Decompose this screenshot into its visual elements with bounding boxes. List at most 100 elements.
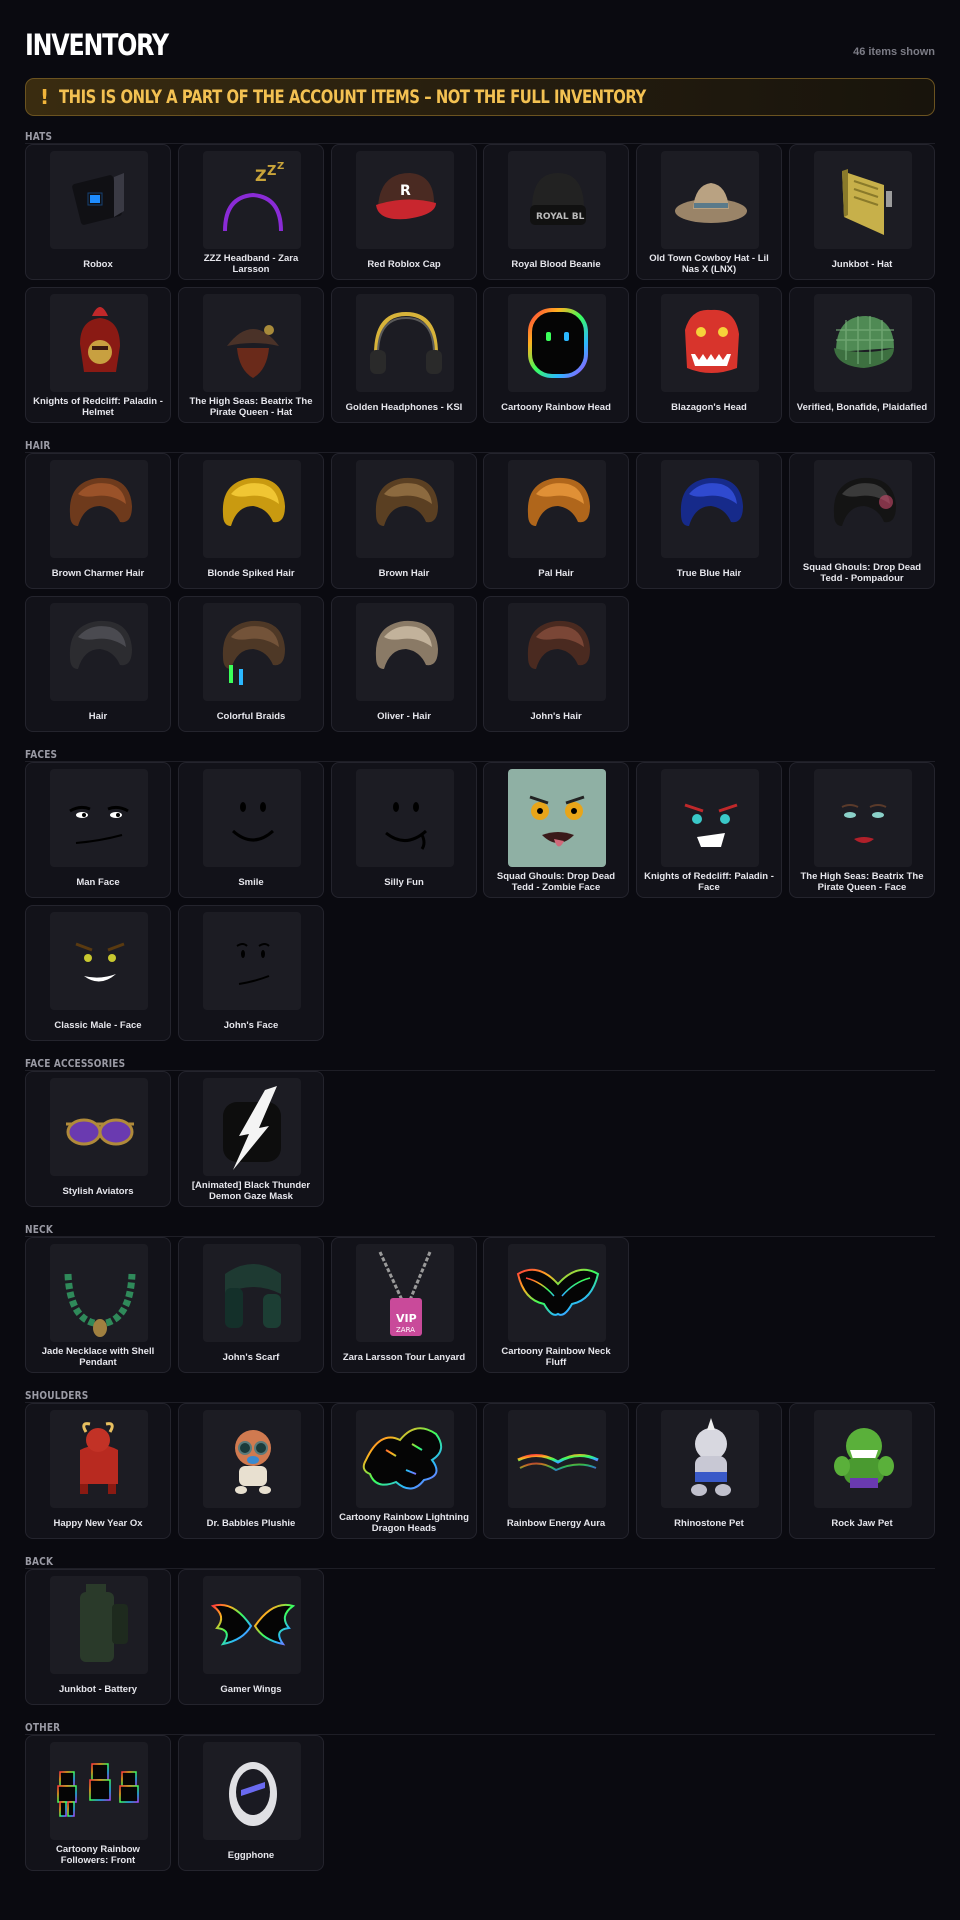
section-faces: FACES Man Face Smile Silly Fun Squad Ghouls:… [25, 747, 935, 1048]
item-card[interactable]: The High Seas: Beatrix The Pirate Queen … [178, 287, 324, 423]
item-card[interactable]: Squad Ghouls: Drop Dead Tedd - Zombie Fa… [483, 762, 629, 898]
item-card[interactable]: Dr. Babbles Plushie [178, 1403, 324, 1539]
item-card[interactable]: Old Town Cowboy Hat - Lil Nas X (LNX) [636, 144, 782, 280]
item-name: Jade Necklace with Shell Pendant [41, 1346, 155, 1368]
item-card[interactable]: John's Scarf [178, 1237, 324, 1373]
item-name: Cartoony Rainbow Head [501, 401, 611, 413]
hair-icon [356, 603, 454, 701]
hair-icon [203, 603, 301, 701]
svg-text:ZARA: ZARA [396, 1326, 415, 1334]
item-card[interactable]: Junkbot - Battery [25, 1569, 171, 1705]
svg-text:Z: Z [277, 161, 284, 172]
scarf-icon [203, 1244, 301, 1342]
item-name: Royal Blood Beanie [511, 258, 601, 270]
item-name: Happy New Year Ox [53, 1517, 143, 1529]
item-name: The High Seas: Beatrix The Pirate Queen … [800, 871, 924, 893]
ox-icon [50, 1410, 148, 1508]
item-card[interactable]: Robox [25, 144, 171, 280]
item-card[interactable]: Smile [178, 762, 324, 898]
item-card[interactable]: [Animated] Black Thunder Demon Gaze Mask [178, 1071, 324, 1207]
item-card[interactable]: Cartoony Rainbow Head [483, 287, 629, 423]
item-name: Old Town Cowboy Hat - Lil Nas X (LNX) [649, 253, 769, 275]
item-name: Pal Hair [538, 567, 574, 579]
paladin-helmet-icon [50, 294, 148, 392]
face-icon [50, 769, 148, 867]
item-card[interactable]: Stylish Aviators [25, 1071, 171, 1207]
item-name: True Blue Hair [676, 567, 742, 579]
wings-icon [203, 1576, 301, 1674]
item-name: Silly Fun [384, 876, 424, 888]
item-card[interactable]: ROYAL BL Royal Blood Beanie [483, 144, 629, 280]
hair-icon [203, 460, 301, 558]
item-name: John's Hair [530, 710, 582, 722]
section-title: HAIR [25, 438, 51, 452]
item-card[interactable]: Brown Charmer Hair [25, 453, 171, 589]
item-name: Golden Headphones - KSI [345, 401, 463, 413]
page-title: INVENTORY [25, 28, 169, 62]
item-card[interactable]: Cartoony Rainbow Lightning Dragon Heads [331, 1403, 477, 1539]
item-card[interactable]: Knights of Redcliff: Paladin - Face [636, 762, 782, 898]
item-name: Eggphone [227, 1849, 275, 1861]
face-icon [203, 769, 301, 867]
item-card[interactable]: Golden Headphones - KSI [331, 287, 477, 423]
item-card[interactable]: Blonde Spiked Hair [178, 453, 324, 589]
cowboy-hat-icon [661, 151, 759, 249]
item-card[interactable]: Brown Hair [331, 453, 477, 589]
item-card[interactable]: Gamer Wings [178, 1569, 324, 1705]
item-name: Red Roblox Cap [367, 258, 441, 270]
item-card[interactable]: Rainbow Energy Aura [483, 1403, 629, 1539]
item-card[interactable]: Cartoony Rainbow Followers: Front [25, 1735, 171, 1871]
item-name: Verified, Bonafide, Plaidafied [796, 401, 928, 413]
item-card[interactable]: Squad Ghouls: Drop Dead Tedd - Pompadour [789, 453, 935, 589]
item-card[interactable]: Cartoony Rainbow Neck Fluff [483, 1237, 629, 1373]
item-card[interactable]: Oliver - Hair [331, 596, 477, 732]
section-header: HAIR [25, 438, 935, 453]
lanyard-icon: VIP ZARA [356, 1244, 454, 1342]
item-card[interactable]: Knights of Redcliff: Paladin - Helmet [25, 287, 171, 423]
item-card[interactable]: John's Face [178, 905, 324, 1041]
item-name: Blazagon's Head [671, 401, 747, 413]
item-card[interactable]: Pal Hair [483, 453, 629, 589]
face-icon [814, 769, 912, 867]
item-card[interactable]: Classic Male - Face [25, 905, 171, 1041]
section-title: OTHER [25, 1720, 61, 1734]
item-card[interactable]: Silly Fun [331, 762, 477, 898]
item-card[interactable]: VIP ZARA Zara Larsson Tour Lanyard [331, 1237, 477, 1373]
item-card[interactable]: Z Z Z ZZZ Headband - Zara Larsson [178, 144, 324, 280]
face-icon [661, 769, 759, 867]
item-card[interactable]: Rhinostone Pet [636, 1403, 782, 1539]
item-card[interactable]: R Red Roblox Cap [331, 144, 477, 280]
robox-icon [50, 151, 148, 249]
item-card[interactable]: John's Hair [483, 596, 629, 732]
svg-text:Z: Z [267, 164, 276, 179]
junkbot-hat-icon [814, 151, 912, 249]
exclamation-icon: ! [40, 85, 50, 109]
eggphone-icon [203, 1742, 301, 1840]
item-name: Junkbot - Battery [58, 1683, 138, 1695]
zzz-headband-icon: ZZZ [203, 151, 301, 249]
item-card[interactable]: Rock Jaw Pet [789, 1403, 935, 1539]
item-card[interactable]: Jade Necklace with Shell Pendant [25, 1237, 171, 1373]
hair-icon [50, 460, 148, 558]
item-name: ZZZ Headband - Zara Larsson [203, 253, 299, 275]
item-card[interactable]: Eggphone [178, 1735, 324, 1871]
necklace-icon [50, 1244, 148, 1342]
item-name: Stylish Aviators [62, 1185, 134, 1197]
item-card[interactable]: Colorful Braids [178, 596, 324, 732]
item-card[interactable]: Happy New Year Ox [25, 1403, 171, 1539]
mask-icon [203, 1078, 301, 1176]
warning-banner: ! THIS IS ONLY A PART OF THE ACCOUNT ITE… [25, 78, 935, 116]
rainbow-head-icon [508, 294, 606, 392]
item-card[interactable]: Hair [25, 596, 171, 732]
item-card[interactable]: Blazagon's Head [636, 287, 782, 423]
item-card[interactable]: The High Seas: Beatrix The Pirate Queen … [789, 762, 935, 898]
hair-icon [661, 460, 759, 558]
item-card[interactable]: Junkbot - Hat [789, 144, 935, 280]
dragon-head-icon [661, 294, 759, 392]
beanie-icon: ROYAL BL [508, 151, 606, 249]
item-card[interactable]: True Blue Hair [636, 453, 782, 589]
item-card[interactable]: Verified, Bonafide, Plaidafied [789, 287, 935, 423]
section-title: NECK [25, 1222, 53, 1236]
item-card[interactable]: Man Face [25, 762, 171, 898]
item-name: Robox [83, 258, 113, 270]
